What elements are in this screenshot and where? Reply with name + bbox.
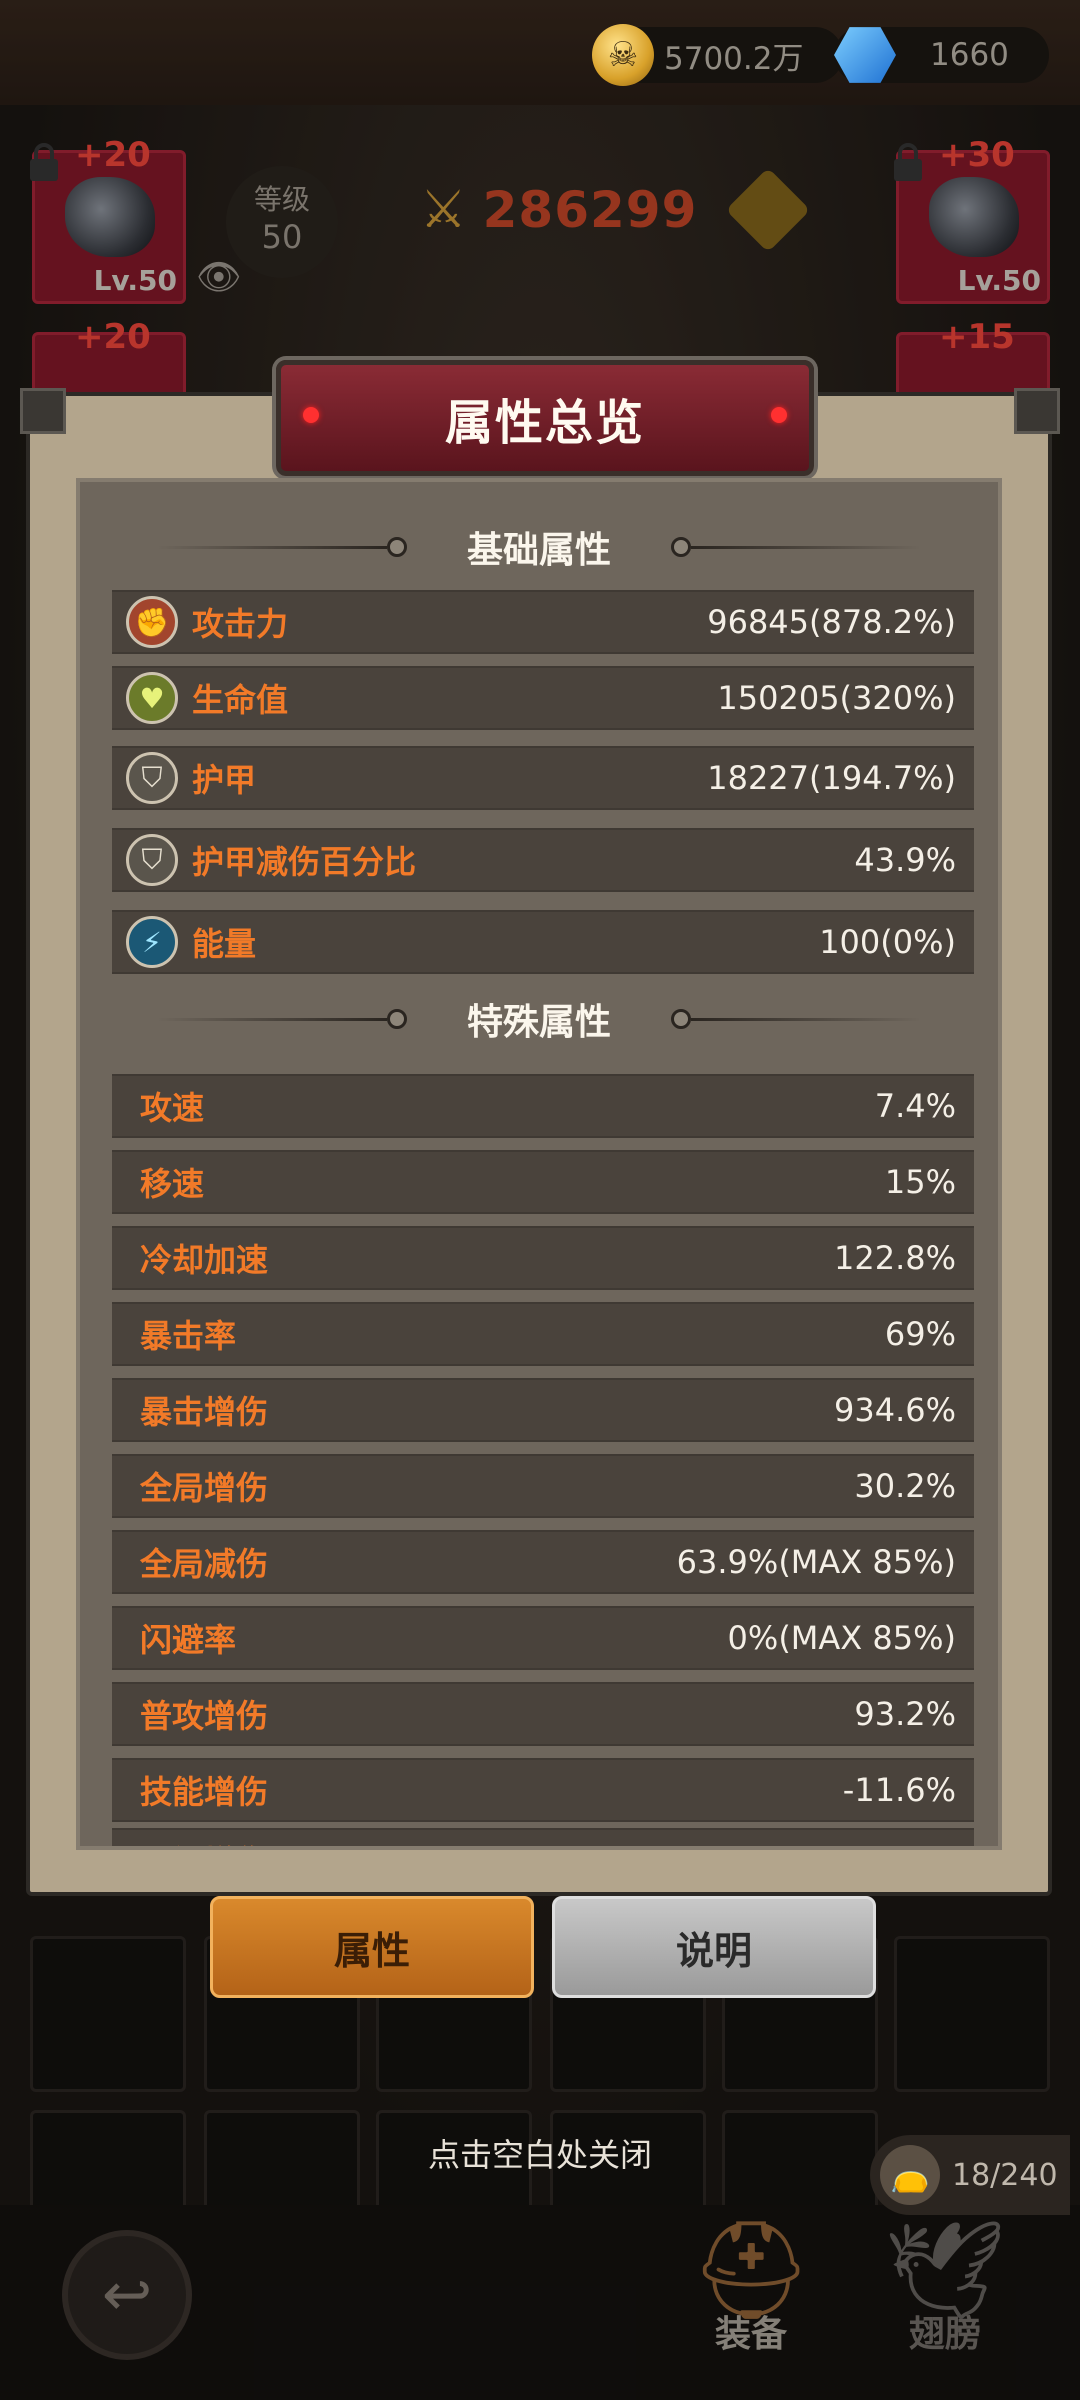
attribute-value: 96845(878.2%) (707, 603, 956, 641)
attribute-row: 攻速 7.4% (112, 1074, 974, 1138)
attribute-value: 15% (884, 1163, 956, 1201)
section-title: 特殊属性 (466, 1002, 611, 1043)
attribute-value: 100% (865, 1841, 956, 1846)
bag-count: 18/240 (952, 2157, 1058, 2193)
attribute-row: ⛉ 护甲减伤百分比 43.9% (112, 828, 974, 892)
attribute-row: 全局减伤 63.9%(MAX 85%) (112, 1530, 974, 1594)
attribute-name: 全局增伤 (140, 1469, 269, 1507)
attribute-row: 普攻增伤 93.2% (112, 1682, 974, 1746)
attribute-list[interactable]: 基础属性 ✊ 攻击力 96845(878.2%) ♥ 生命值 150205(32… (76, 478, 1002, 1850)
attribute-name: 移速 (140, 1165, 205, 1203)
attribute-value: -11.6% (842, 1771, 956, 1809)
attribute-row: ✊ 攻击力 96845(878.2%) (112, 590, 974, 654)
attribute-row: 暴击增伤 934.6% (112, 1378, 974, 1442)
attribute-row: 暴击率 69% (112, 1302, 974, 1366)
attribute-value: 150205(320%) (717, 679, 956, 717)
attribute-value: 0%(MAX 85%) (727, 1619, 956, 1657)
attribute-name: 攻击力 (192, 605, 289, 643)
panel-corner (1014, 388, 1060, 434)
bag-capacity[interactable]: 👝 18/240 (870, 2135, 1070, 2215)
attribute-value: 100(0%) (819, 923, 956, 961)
modal-title: 属性总览 (444, 395, 645, 451)
attribute-value: 30.2% (854, 1467, 956, 1505)
bag-icon: 👝 (880, 2145, 940, 2205)
attribute-name: 闪避率 (140, 1621, 237, 1659)
heart-icon: ♥ (126, 672, 178, 724)
attribute-name: 词缀增伤 (126, 1837, 865, 1846)
special-attributes-header: 特殊属性 (80, 994, 998, 1044)
attribute-name: 护甲 (192, 761, 257, 799)
attribute-name: 技能增伤 (140, 1773, 269, 1811)
attribute-name: 普攻增伤 (140, 1697, 269, 1735)
attribute-value: 93.2% (854, 1695, 956, 1733)
attack-icon: ✊ (126, 596, 178, 648)
attribute-row: ♥ 生命值 150205(320%) (112, 666, 974, 730)
attribute-name: 冷却加速 (140, 1241, 269, 1279)
attribute-value: 122.8% (833, 1239, 956, 1277)
section-title: 基础属性 (466, 530, 611, 571)
attribute-value: 18227(194.7%) (707, 759, 956, 797)
attribute-row: 全局增伤 30.2% (112, 1454, 974, 1518)
attribute-row: 闪避率 0%(MAX 85%) (112, 1606, 974, 1670)
attribute-name: 生命值 (192, 681, 289, 719)
attribute-value: 7.4% (874, 1087, 956, 1125)
attribute-name: 护甲减伤百分比 (192, 843, 417, 881)
attribute-name: 暴击率 (140, 1317, 237, 1355)
attribute-row: 冷却加速 122.8% (112, 1226, 974, 1290)
attribute-name: 全局减伤 (140, 1545, 269, 1583)
attribute-row: 词缀增伤 100% (112, 1828, 974, 1846)
attribute-name: 暴击增伤 (140, 1393, 269, 1431)
tab-description[interactable]: 说明 (552, 1896, 876, 1998)
basic-attributes-header: 基础属性 (80, 522, 998, 572)
banner-gem (771, 407, 787, 423)
modal-title-banner: 属性总览 (276, 360, 814, 476)
attribute-row: ⛉ 护甲 18227(194.7%) (112, 746, 974, 810)
attribute-row: ⚡ 能量 100(0%) (112, 910, 974, 974)
energy-icon: ⚡ (126, 916, 178, 968)
attribute-value: 43.9% (854, 841, 956, 879)
skull-coin-icon: ☠ (592, 24, 654, 86)
attribute-value: 934.6% (833, 1391, 956, 1429)
attribute-value: 63.9%(MAX 85%) (676, 1543, 956, 1581)
attribute-name: 能量 (192, 925, 257, 963)
banner-gem (303, 407, 319, 423)
shield-percent-icon: ⛉ (126, 834, 178, 886)
attribute-name: 攻速 (140, 1089, 205, 1127)
attribute-value: 69% (884, 1315, 956, 1353)
attribute-row: 技能增伤 -11.6% (112, 1758, 974, 1822)
panel-corner (20, 388, 66, 434)
tab-attributes[interactable]: 属性 (210, 1896, 534, 1998)
attribute-row: 移速 15% (112, 1150, 974, 1214)
shield-icon: ⛉ (126, 752, 178, 804)
